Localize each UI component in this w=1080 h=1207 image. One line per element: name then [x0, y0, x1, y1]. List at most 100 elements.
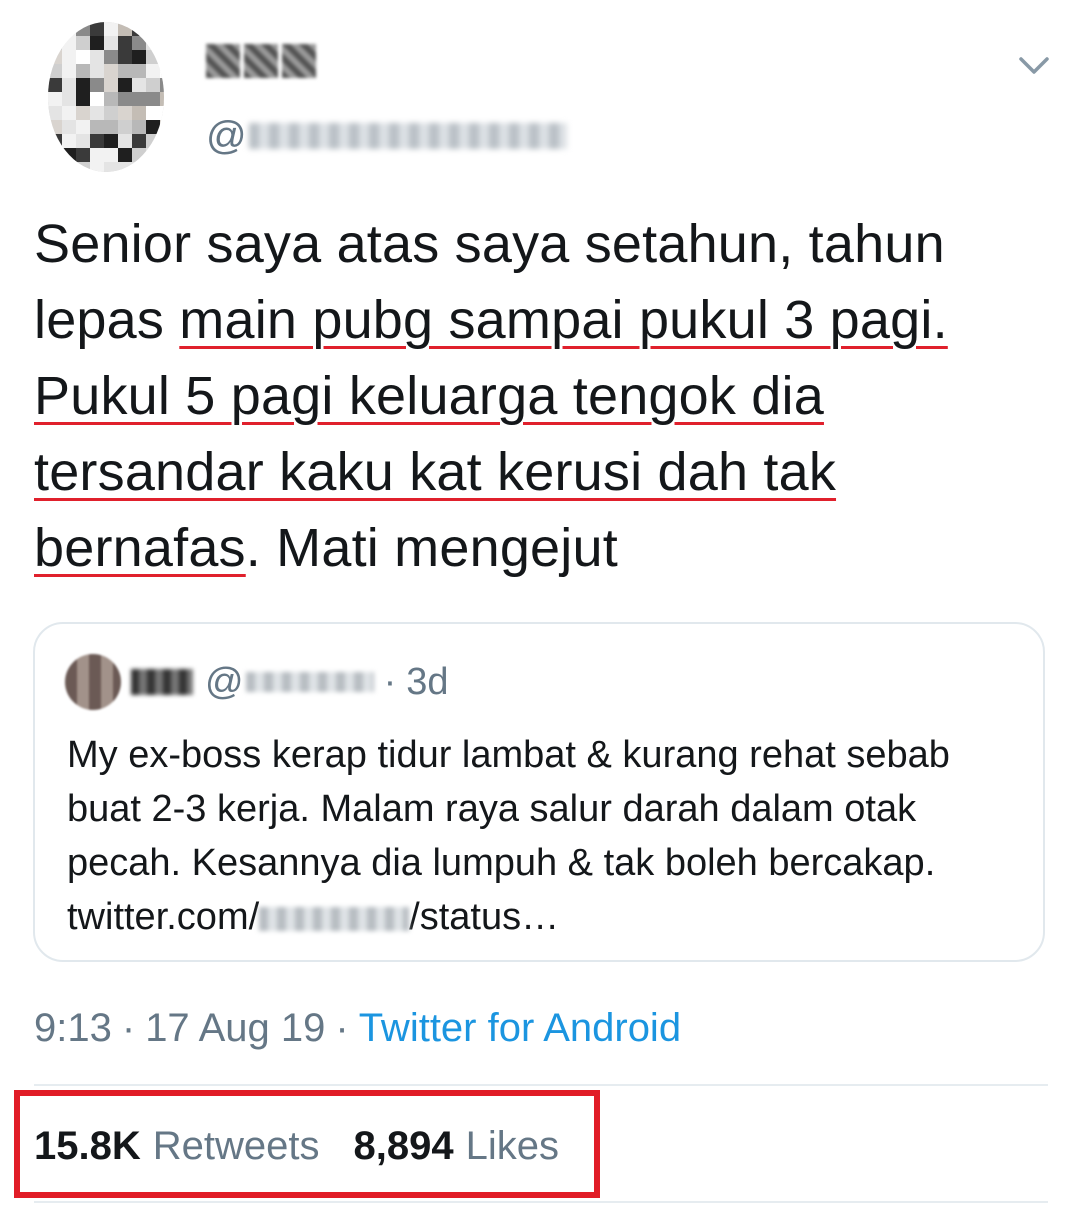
avatar-pixel — [146, 78, 160, 92]
display-name-redacted[interactable] — [206, 44, 316, 80]
handle-prefix: @ — [206, 113, 247, 158]
avatar-pixel — [146, 120, 160, 134]
avatar-pixel — [132, 64, 146, 78]
avatar-pixel — [104, 50, 118, 64]
avatar-pixel — [76, 78, 90, 92]
redacted-block — [244, 44, 278, 78]
avatar-pixel — [132, 106, 146, 120]
quoted-link-prefix: twitter.com/ — [67, 896, 260, 938]
avatar-pixel — [62, 120, 76, 134]
avatar-pixel — [62, 50, 76, 64]
avatar-pixel — [90, 162, 104, 172]
avatar-pixel — [104, 134, 118, 148]
redacted-block — [282, 44, 316, 78]
avatar-pixel — [118, 50, 132, 64]
avatar-pixel — [160, 64, 164, 78]
avatar-pixel — [132, 50, 146, 64]
avatar-pixel — [76, 92, 90, 106]
quoted-avatar — [65, 654, 121, 710]
avatar-pixel — [48, 22, 62, 36]
avatar-pixel — [90, 64, 104, 78]
tweet-time: 9:13 — [34, 1005, 112, 1050]
avatar-pixel — [104, 22, 118, 36]
handle-redacted — [248, 123, 567, 149]
avatar-pixel — [118, 78, 132, 92]
tweet-source-link[interactable]: Twitter for Android — [359, 1006, 681, 1051]
avatar-pixel — [90, 134, 104, 148]
avatar-pixel — [90, 78, 104, 92]
avatar-pixel — [104, 162, 118, 172]
tweet-text-part: . Mati mengejut — [245, 518, 618, 578]
avatar-pixel — [118, 134, 132, 148]
avatar-pixel — [76, 64, 90, 78]
divider — [34, 1201, 1048, 1203]
avatar-pixel — [62, 134, 76, 148]
quoted-handle-redacted — [245, 672, 374, 692]
chevron-down-icon — [1019, 57, 1049, 74]
avatar-pixel — [146, 148, 160, 162]
avatar-pixel — [48, 36, 62, 50]
avatar-pixel — [146, 134, 160, 148]
avatar-pixel — [48, 50, 62, 64]
avatar-pixel — [62, 148, 76, 162]
avatar-pixel — [118, 106, 132, 120]
avatar-pixel — [132, 36, 146, 50]
avatar-pixel — [48, 106, 62, 120]
avatar-pixel — [160, 148, 164, 162]
avatar-pixel — [62, 162, 76, 172]
meta-separator: · — [335, 1005, 349, 1050]
redacted-block — [206, 44, 240, 78]
avatar-pixel — [48, 148, 62, 162]
avatar-pixel — [90, 50, 104, 64]
highlight-annotation — [14, 1090, 600, 1198]
tweet-menu-button[interactable] — [1016, 50, 1052, 80]
avatar-pixel — [48, 134, 62, 148]
avatar-pixel — [132, 120, 146, 134]
avatar-pixel — [62, 92, 76, 106]
quoted-link-redacted — [259, 907, 410, 931]
quoted-handle-prefix: @ — [205, 660, 244, 703]
avatar-pixel — [132, 22, 146, 36]
avatar-pixel — [160, 92, 164, 106]
avatar-pixel — [146, 64, 160, 78]
avatar-pixel — [48, 162, 62, 172]
avatar-pixel — [104, 36, 118, 50]
avatar-pixel — [48, 92, 62, 106]
avatar-pixel — [62, 36, 76, 50]
quoted-separator: · — [383, 660, 397, 703]
avatar-pixel — [146, 50, 160, 64]
avatar-pixel — [160, 106, 164, 120]
avatar-pixel — [90, 148, 104, 162]
avatar-pixel — [90, 120, 104, 134]
quoted-tweet-card[interactable]: @ · 3d My ex-boss kerap tidur lambat & k… — [33, 622, 1045, 962]
avatar-pixel — [104, 92, 118, 106]
avatar-pixel — [132, 148, 146, 162]
tweet-date: 17 Aug 19 — [145, 1005, 326, 1050]
quoted-age: 3d — [406, 660, 449, 703]
avatar-pixel — [76, 36, 90, 50]
avatar-pixel — [118, 148, 132, 162]
avatar-pixel — [48, 120, 62, 134]
avatar-pixel — [62, 106, 76, 120]
avatar-pixel — [104, 120, 118, 134]
avatar-pixel — [76, 120, 90, 134]
avatar-pixel — [76, 134, 90, 148]
avatar-pixel — [118, 36, 132, 50]
avatar-pixel — [160, 134, 164, 148]
avatar-pixel — [146, 22, 160, 36]
avatar-pixel — [160, 50, 164, 64]
avatar-pixel — [62, 22, 76, 36]
avatar-pixel — [48, 64, 62, 78]
avatar-pixel — [160, 78, 164, 92]
divider — [34, 1084, 1048, 1086]
profile-avatar[interactable] — [48, 22, 164, 172]
avatar-pixel — [160, 120, 164, 134]
quoted-tweet-header: @ · 3d — [131, 658, 449, 706]
avatar-pixel — [146, 92, 160, 106]
avatar-pixel — [118, 22, 132, 36]
user-handle[interactable]: @ — [206, 114, 567, 158]
avatar-pixel — [146, 106, 160, 120]
avatar-pixel — [104, 148, 118, 162]
avatar-pixel — [90, 22, 104, 36]
quoted-link-suffix: /status… — [409, 896, 560, 938]
